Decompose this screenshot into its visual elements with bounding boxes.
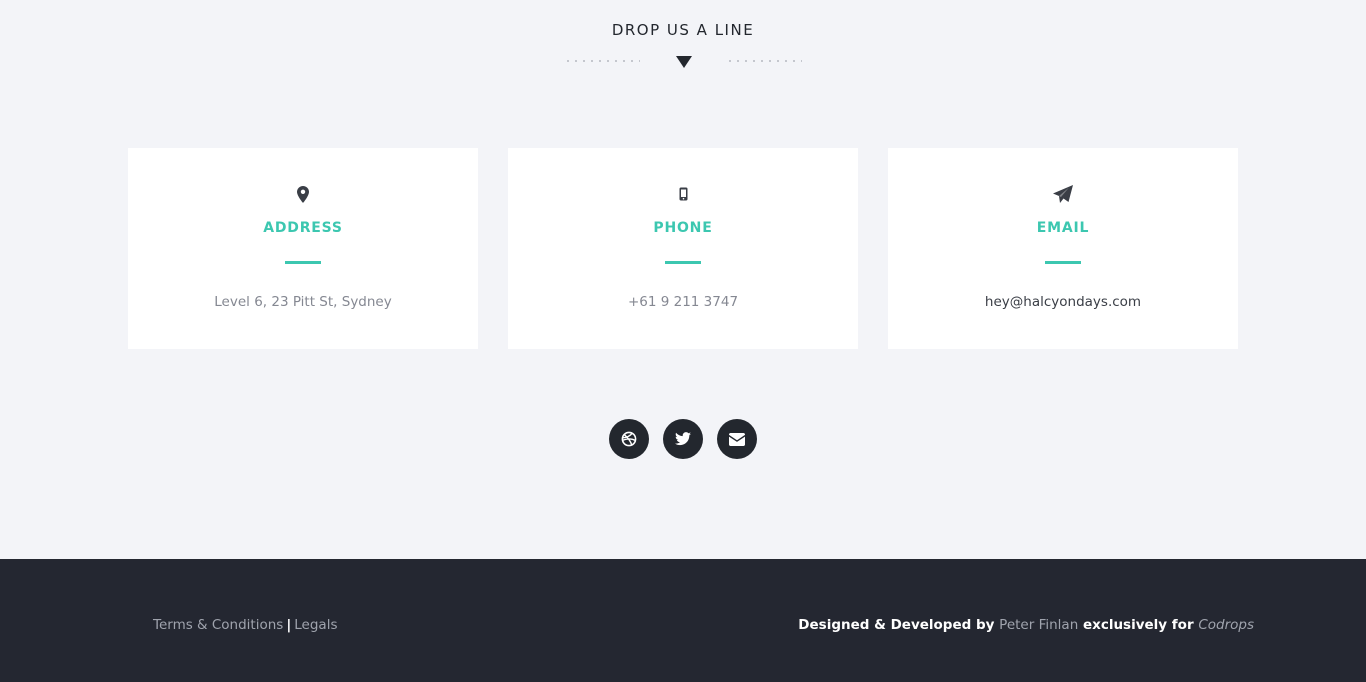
terms-link[interactable]: Terms & Conditions (153, 617, 283, 633)
site-footer: Terms & Conditions | Legals Designed & Dev… (0, 559, 1366, 682)
email-rule (1045, 261, 1081, 264)
address-text: Level 6, 23 Pitt St, Sydney (214, 294, 392, 310)
envelope-icon (729, 432, 745, 446)
email-card: EMAIL hey@halcyondays.com (888, 148, 1238, 349)
dribbble-button[interactable] (609, 419, 649, 459)
credit-prefix: Designed & Developed by (798, 617, 995, 633)
dotted-line-left (564, 60, 640, 62)
footer-links: Terms & Conditions | Legals (153, 617, 337, 633)
mobile-phone-icon (508, 184, 858, 204)
address-card: ADDRESS Level 6, 23 Pitt St, Sydney (128, 148, 478, 349)
phone-rule (665, 261, 701, 264)
author-link[interactable]: Peter Finlan (999, 617, 1078, 633)
address-rule (285, 261, 321, 264)
footer-credit: Designed & Developed by Peter Finlan exc… (798, 617, 1254, 633)
twitter-button[interactable] (663, 419, 703, 459)
dotted-line-right (726, 60, 802, 62)
email-text[interactable]: hey@halcyondays.com (888, 294, 1238, 310)
phone-card: PHONE +61 9 211 3747 (508, 148, 858, 349)
credit-middle: exclusively for (1082, 617, 1194, 633)
address-title: ADDRESS (263, 220, 343, 236)
section-divider (0, 55, 1366, 69)
email-button[interactable] (717, 419, 757, 459)
phone-text: +61 9 211 3747 (627, 294, 739, 310)
paper-plane-icon (888, 184, 1238, 204)
twitter-icon (675, 432, 691, 446)
map-pin-icon (128, 184, 478, 204)
email-title: EMAIL (1036, 220, 1090, 236)
down-arrow-icon (676, 56, 692, 68)
dribbble-icon (621, 431, 637, 447)
codrops-link[interactable]: Codrops (1198, 617, 1254, 633)
footer-separator: | (286, 617, 292, 633)
section-heading: DROP US A LINE (611, 21, 755, 39)
phone-title: PHONE (653, 220, 713, 236)
legals-link[interactable]: Legals (294, 617, 337, 633)
